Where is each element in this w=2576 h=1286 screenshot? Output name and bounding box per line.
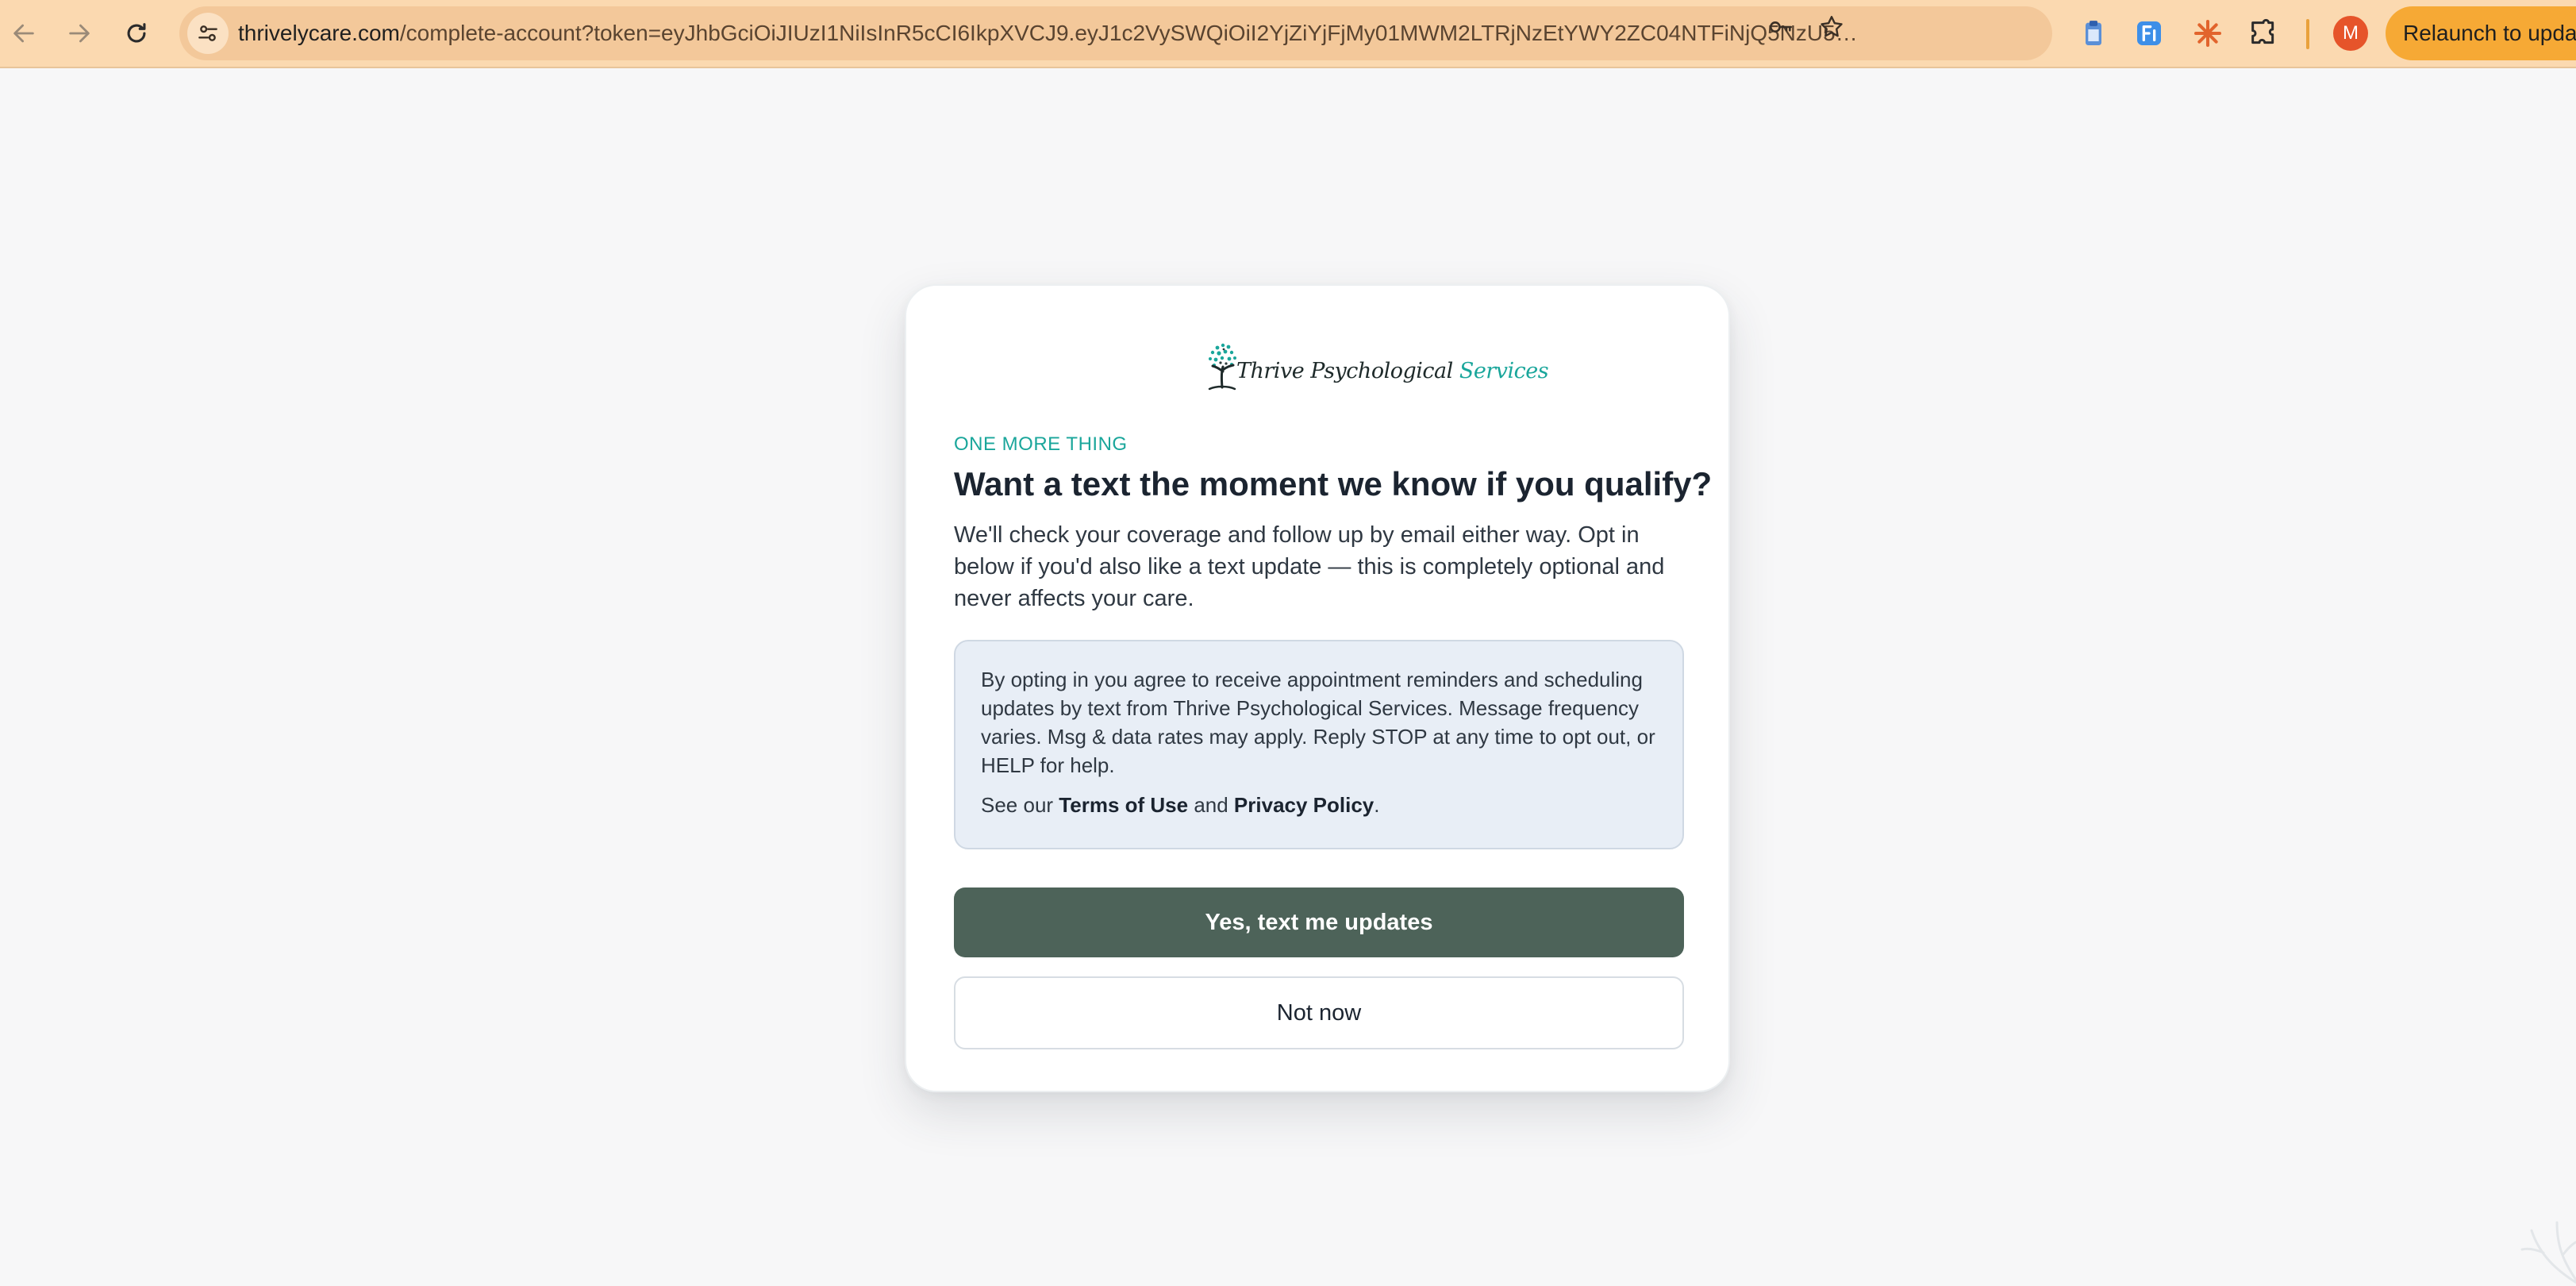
profile-avatar[interactable]: M xyxy=(2333,16,2368,51)
fi-extension-icon xyxy=(2137,21,2161,45)
page-title: Want a text the moment we know if you qu… xyxy=(954,465,1713,502)
back-button[interactable] xyxy=(2,11,46,56)
not-now-button[interactable]: Not now xyxy=(954,976,1684,1049)
terms-of-use-link[interactable]: Terms of Use xyxy=(1059,793,1188,817)
brand-logo-text-main: Thrive Psychological xyxy=(1236,359,1459,383)
legal-links-and: and xyxy=(1188,793,1234,817)
puzzle-icon xyxy=(2251,18,2274,44)
relaunch-button[interactable]: Relaunch to update xyxy=(2386,6,2576,60)
tune-icon xyxy=(198,25,217,41)
brand-logo: Thrive Psychological Services xyxy=(1201,340,1549,397)
opt-in-button[interactable]: Yes, text me updates xyxy=(954,887,1684,957)
password-manager-button[interactable] xyxy=(1765,11,1797,43)
asterisk-extension-icon xyxy=(2194,20,2221,47)
browser-toolbar: thrivelycare.com/complete-account?token=… xyxy=(0,0,2576,68)
reload-icon xyxy=(127,23,146,43)
back-arrow-icon xyxy=(13,24,34,43)
decorative-leaf-icon xyxy=(2520,1221,2576,1284)
intro-paragraph: We'll check your coverage and follow up … xyxy=(954,522,1665,611)
site-info-button[interactable] xyxy=(187,13,229,54)
clipboard-extension-icon xyxy=(2086,21,2101,45)
legal-links: See our Terms of Use and Privacy Policy. xyxy=(981,791,1657,819)
star-icon xyxy=(1821,16,1843,37)
eyebrow-label: ONE MORE THING xyxy=(954,433,1128,455)
brand-logo-text-accent: Services xyxy=(1459,359,1549,383)
key-icon xyxy=(1769,21,1793,33)
forward-arrow-icon xyxy=(69,24,90,43)
extensions-menu-button[interactable] xyxy=(2244,14,2282,52)
consent-disclosure: By opting in you agree to receive appoin… xyxy=(954,640,1684,849)
url-text[interactable]: thrivelycare.com/complete-account?token=… xyxy=(238,6,2087,60)
sms-optin-card: Thrive Psychological Services ONE MORE T… xyxy=(905,284,1730,1092)
forward-button[interactable] xyxy=(57,11,102,56)
extension-asterisk[interactable] xyxy=(2189,14,2227,52)
url-host: thrivelycare.com xyxy=(238,21,400,45)
privacy-policy-link[interactable]: Privacy Policy xyxy=(1234,793,1374,817)
reload-button[interactable] xyxy=(114,11,159,56)
legal-links-prefix: See our xyxy=(981,793,1059,817)
bookmark-button[interactable] xyxy=(1816,11,1847,43)
brand-logo-text: Thrive Psychological Services xyxy=(1236,359,1549,383)
extension-fi[interactable] xyxy=(2130,14,2168,52)
consent-text: By opting in you agree to receive appoin… xyxy=(981,668,1655,777)
extension-clipboard[interactable] xyxy=(2074,14,2113,52)
url-path: /complete-account?token=eyJhbGciOiJIUzI1… xyxy=(399,21,1858,45)
legal-links-suffix: . xyxy=(1374,793,1380,817)
toolbar-divider xyxy=(2306,19,2309,49)
